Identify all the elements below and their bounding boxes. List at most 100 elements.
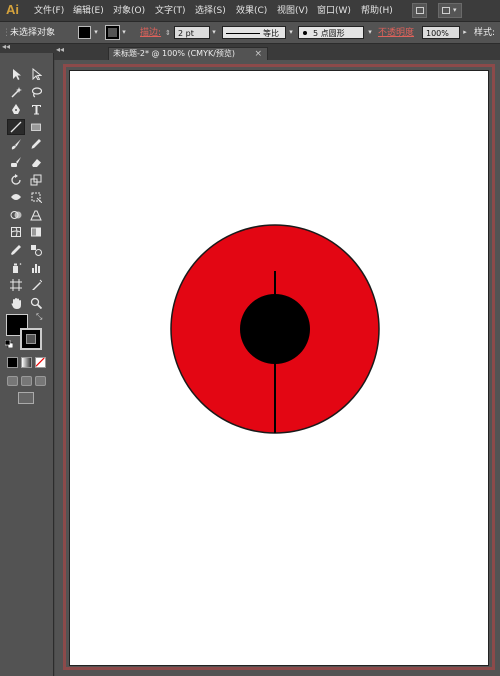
stroke-color-swatch[interactable]	[105, 25, 120, 40]
lasso-tool[interactable]	[27, 84, 45, 100]
shape-builder-tool[interactable]	[7, 207, 25, 223]
stroke-swatch[interactable]	[20, 328, 42, 350]
opacity-link[interactable]: 不透明度	[378, 26, 414, 40]
column-graph-icon	[32, 263, 40, 273]
hand-icon	[11, 297, 21, 309]
close-icon[interactable]: ×	[254, 48, 262, 60]
profile-label: 等比	[263, 29, 279, 38]
direct-selection-icon	[32, 68, 42, 80]
rotate-tool[interactable]	[7, 172, 25, 188]
artboard[interactable]	[69, 70, 489, 666]
hand-tool[interactable]	[7, 295, 25, 311]
pencil-tool[interactable]	[27, 136, 45, 152]
blend-tool[interactable]	[27, 242, 45, 258]
eyedropper-tool[interactable]	[7, 242, 25, 258]
swap-fill-stroke-icon[interactable]: ⤡	[36, 312, 42, 322]
lasso-icon	[31, 86, 42, 98]
document-tab[interactable]: 未标题-2* @ 100% (CMYK/预览) ×	[108, 47, 268, 60]
draw-normal-button[interactable]	[7, 376, 18, 386]
artwork[interactable]	[70, 71, 490, 667]
slice-tool[interactable]	[27, 277, 45, 293]
control-bar: ⋮ 未选择对象 ▾ ▾ 描边: ⇕ 2 pt ▾ 等比 ▾ 5 点圆形 ▾ 不透…	[0, 22, 500, 44]
free-transform-icon	[31, 192, 42, 204]
chevron-down-icon[interactable]: ▾	[366, 26, 374, 39]
color-mode-button[interactable]	[7, 357, 18, 368]
app-logo: Ai	[6, 2, 19, 17]
opacity-field[interactable]: 100%	[422, 26, 460, 39]
chevron-down-icon[interactable]: ▾	[210, 26, 218, 39]
collapse-icon[interactable]: ◂◂	[56, 45, 64, 54]
menu-type[interactable]: 文字(T)	[155, 4, 186, 18]
rotate-icon	[11, 173, 21, 185]
menu-object[interactable]: 对象(O)	[113, 4, 145, 18]
pen-tool[interactable]	[7, 101, 25, 117]
fill-color-swatch[interactable]	[78, 26, 91, 39]
draw-behind-button[interactable]	[21, 376, 32, 386]
none-mode-button[interactable]	[35, 357, 46, 368]
scale-tool[interactable]	[27, 172, 45, 188]
brush-definition[interactable]: 5 点圆形	[298, 26, 364, 39]
paintbrush-tool[interactable]	[7, 136, 25, 152]
menu-help[interactable]: 帮助(H)	[361, 4, 393, 18]
tools-panel-header[interactable]: ◂◂	[0, 42, 54, 53]
menu-select[interactable]: 选择(S)	[195, 4, 226, 18]
menu-effect[interactable]: 效果(C)	[236, 4, 267, 18]
brush-dot-icon	[303, 31, 307, 35]
black-inner-circle[interactable]	[240, 294, 310, 364]
style-label: 样式:	[474, 28, 496, 38]
blob-brush-icon	[11, 157, 21, 167]
direct-selection-tool[interactable]	[27, 66, 45, 82]
chevron-right-icon[interactable]: ▸	[461, 26, 469, 39]
chevron-down-icon[interactable]: ▾	[120, 26, 128, 39]
free-transform-tool[interactable]	[27, 189, 45, 205]
stroke-panel-link[interactable]: 描边:	[140, 26, 161, 40]
stroke-swatch-hole	[26, 334, 36, 344]
symbol-sprayer-tool[interactable]	[7, 260, 25, 276]
mesh-tool[interactable]	[7, 224, 25, 240]
rectangle-icon	[31, 123, 41, 131]
selection-icon	[13, 69, 21, 80]
screen-mode-button[interactable]	[18, 392, 34, 404]
canvas-workspace[interactable]	[55, 60, 500, 676]
perspective-grid-tool[interactable]	[27, 207, 45, 223]
menu-view[interactable]: 视图(V)	[277, 4, 308, 18]
column-graph-tool[interactable]	[27, 260, 45, 276]
gradient-tool[interactable]	[27, 224, 45, 240]
menu-window[interactable]: 窗口(W)	[317, 4, 351, 18]
draw-inside-button[interactable]	[35, 376, 46, 386]
type-tool[interactable]	[27, 101, 45, 117]
tools-panel: ◂◂ ⤡	[0, 42, 54, 676]
document-tab-strip: ◂◂ 未标题-2* @ 100% (CMYK/预览) ×	[54, 44, 500, 60]
bridge-button[interactable]	[412, 3, 427, 18]
bridge-icon	[416, 7, 424, 14]
workspace-layout-button[interactable]: ▾	[438, 3, 462, 18]
blob-brush-tool[interactable]	[7, 154, 25, 170]
artboard-tool[interactable]	[7, 277, 25, 293]
menu-file[interactable]: 文件(F)	[34, 4, 64, 18]
zoom-tool[interactable]	[27, 295, 45, 311]
chevron-down-icon[interactable]: ▾	[92, 26, 100, 39]
magic-wand-tool[interactable]	[7, 84, 25, 100]
type-icon	[32, 105, 41, 115]
collapse-icon[interactable]: ◂◂	[2, 42, 10, 51]
menu-edit[interactable]: 编辑(E)	[73, 4, 104, 18]
perspective-grid-icon	[30, 210, 42, 221]
variable-width-profile[interactable]: 等比	[222, 26, 286, 39]
chevron-down-icon: ▾	[453, 6, 457, 14]
chevron-down-icon[interactable]: ▾	[287, 26, 295, 39]
width-icon	[11, 194, 21, 201]
profile-line-icon	[226, 33, 260, 34]
gradient-mode-button[interactable]	[21, 357, 32, 368]
default-colors-icon[interactable]	[5, 340, 13, 348]
stepper-icon[interactable]: ⇕	[165, 26, 171, 40]
line-segment-tool[interactable]	[7, 118, 25, 135]
width-tool[interactable]	[7, 189, 25, 205]
pen-icon	[12, 104, 20, 115]
document-tab-title: 未标题-2* @ 100% (CMYK/预览)	[113, 49, 236, 58]
selection-tool[interactable]	[7, 66, 25, 82]
rectangle-tool[interactable]	[27, 119, 45, 135]
blend-icon	[31, 245, 42, 256]
eraser-tool[interactable]	[27, 154, 45, 170]
stroke-weight-field[interactable]: 2 pt	[174, 26, 210, 39]
slice-icon	[32, 279, 42, 291]
